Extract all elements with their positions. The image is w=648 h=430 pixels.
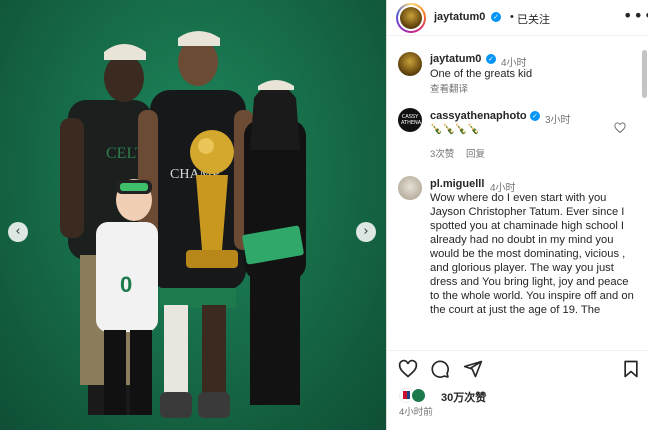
post-panel: jaytatum0 ✓ • 已关注 ••• jaytatum0 ✓ 4小时 On… — [386, 0, 648, 430]
comment-text: Wow where do I even start with you Jayso… — [430, 192, 634, 316]
bookmark-save-icon[interactable] — [621, 359, 641, 379]
comment-item: jaytatum0 ✓ 4小时 One of the greats kid 查看… — [387, 36, 648, 98]
heart-icon[interactable] — [614, 122, 626, 134]
comment-text: One of the greats kid — [430, 68, 533, 80]
author-username[interactable]: jaytatum0 — [434, 11, 485, 23]
like-heart-icon[interactable] — [398, 359, 418, 379]
next-photo-button[interactable]: › — [356, 222, 376, 242]
previous-photo-button[interactable]: ‹ — [8, 222, 28, 242]
author-avatar[interactable] — [396, 3, 426, 33]
verified-badge-icon: ✓ — [486, 54, 496, 64]
comments-list[interactable]: jaytatum0 ✓ 4小时 One of the greats kid 查看… — [387, 36, 648, 346]
commenter-username[interactable]: pl.miguelll — [430, 178, 484, 190]
commenter-avatar[interactable]: CASSY ATHENA — [398, 108, 422, 132]
team-photo-illustration: CELT CHAMP 0 — [60, 31, 306, 418]
comment-time: 3小时 — [545, 115, 571, 126]
comment-item: CASSY ATHENA cassyathenaphoto ✓ 3小时 🍾🍾🍾🍾 … — [387, 104, 648, 168]
liker-avatar[interactable] — [411, 388, 426, 403]
comment-like-count[interactable]: 3次赞 — [430, 146, 454, 160]
post-actions: 30万次赞 4小时前 — [387, 350, 648, 430]
post-timestamp: 4小时前 — [399, 407, 433, 418]
separator-dot: • — [510, 11, 514, 23]
svg-text:0: 0 — [120, 272, 132, 297]
avatar-image — [400, 7, 422, 29]
comments-scrollbar[interactable] — [642, 50, 647, 98]
see-translation-link[interactable]: 查看翻译 — [430, 81, 468, 95]
commenter-avatar[interactable] — [398, 52, 422, 76]
post-header: jaytatum0 ✓ • 已关注 ••• — [387, 0, 648, 36]
verified-badge-icon: ✓ — [530, 111, 540, 121]
commenter-username[interactable]: cassyathenaphoto — [430, 110, 527, 122]
commenter-avatar[interactable] — [398, 176, 422, 200]
commenter-username[interactable]: jaytatum0 — [430, 53, 481, 65]
reply-link[interactable]: 回复 — [466, 146, 485, 160]
like-count[interactable]: 30万次赞 — [441, 389, 486, 405]
comment-bubble-icon[interactable] — [430, 359, 450, 379]
person-woman — [242, 80, 306, 405]
more-options-icon[interactable]: ••• — [623, 6, 648, 25]
post-photo[interactable]: CELT CHAMP 0 ‹ › — [0, 0, 386, 430]
verified-badge-icon: ✓ — [491, 12, 501, 22]
following-button[interactable]: 已关注 — [517, 11, 550, 27]
comment-item: pl.miguelll 4小时 Wow where do I even star… — [387, 174, 648, 346]
person-player: CHAMP — [138, 31, 254, 418]
share-send-icon[interactable] — [463, 359, 483, 379]
comment-text: 🍾🍾🍾🍾 — [430, 124, 480, 135]
